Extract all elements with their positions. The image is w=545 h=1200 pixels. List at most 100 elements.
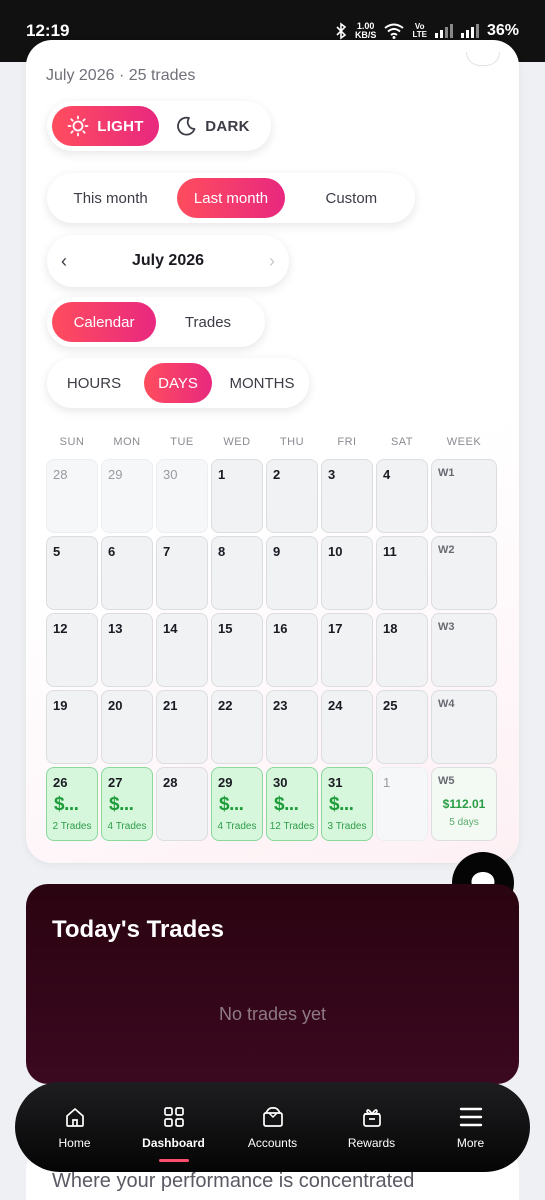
view-trades[interactable]: Trades [156, 302, 260, 342]
calendar-day-cell[interactable]: 25 [376, 690, 428, 764]
nav-more[interactable]: More [426, 1105, 516, 1150]
signal-icon [434, 24, 453, 38]
week-summary-cell[interactable]: W1 [431, 459, 497, 533]
week-label: W2 [438, 544, 455, 556]
weekday-label: THU [279, 436, 305, 448]
day-number: 20 [108, 698, 123, 713]
view-toggle: Calendar Trades [47, 297, 265, 347]
calendar-day-cell[interactable]: 15 [211, 613, 263, 687]
nav-rewards[interactable]: Rewards [327, 1105, 417, 1150]
chevron-right-icon[interactable]: › [269, 251, 275, 272]
calendar-day-cell[interactable]: 28 [46, 459, 98, 533]
week-summary-cell[interactable]: W4 [431, 690, 497, 764]
calendar-day-cell[interactable]: 14 [156, 613, 208, 687]
week-label: W1 [438, 467, 455, 479]
bluetooth-icon [336, 22, 347, 40]
moon-icon [177, 116, 196, 136]
calendar-day-cell[interactable]: 20 [101, 690, 153, 764]
weekday-label: WED [223, 436, 251, 448]
day-pnl: $... [54, 794, 79, 815]
day-number: 9 [273, 544, 281, 559]
day-number: 4 [383, 467, 391, 482]
granularity-toggle: HOURS DAYS MONTHS [47, 358, 309, 408]
week-summary-cell[interactable]: W2 [431, 536, 497, 610]
empty-state: No trades yet [218, 1004, 327, 1024]
week-pnl: $112.01 [442, 797, 486, 811]
calendar-day-cell[interactable]: 31 $... 3 Trades [321, 767, 373, 841]
calendar-day-cell[interactable]: 21 [156, 690, 208, 764]
calendar-day-cell[interactable]: 12 [46, 613, 98, 687]
calendar-day-cell[interactable]: 6 [101, 536, 153, 610]
calendar-day-cell[interactable]: 8 [211, 536, 263, 610]
calendar-day-cell[interactable]: 4 [376, 459, 428, 533]
day-number: 7 [163, 544, 171, 559]
week-summary-cell[interactable]: W5 $112.01 5 days [431, 767, 497, 841]
day-number: 28 [163, 775, 178, 790]
week-days-count: 5 days [449, 817, 479, 828]
nav-accounts[interactable]: Accounts [228, 1105, 318, 1150]
day-number: 3 [328, 467, 336, 482]
granularity-months[interactable]: MONTHS [220, 363, 304, 403]
calendar-day-cell[interactable]: 1 [376, 767, 428, 841]
calendar-day-cell[interactable]: 10 [321, 536, 373, 610]
calendar-day-cell[interactable]: 29 [101, 459, 153, 533]
calendar-day-cell[interactable]: 17 [321, 613, 373, 687]
concentration-heading: Where your performance is concentrated [52, 1170, 415, 1192]
menu-icon [459, 1107, 482, 1126]
month-navigator: ‹ July 2026 › [47, 235, 289, 287]
calendar-day-cell[interactable]: 5 [46, 536, 98, 610]
granularity-days[interactable]: DAYS [144, 363, 212, 403]
calendar-day-cell[interactable]: 28 [156, 767, 208, 841]
range-last-month[interactable]: Last month [177, 178, 285, 218]
card-menu-button[interactable] [466, 52, 500, 66]
calendar-day-cell[interactable]: 3 [321, 459, 373, 533]
calendar-day-cell[interactable]: 26 $... 2 Trades [46, 767, 98, 841]
calendar-day-cell[interactable]: 23 [266, 690, 318, 764]
calendar-day-cell[interactable]: 16 [266, 613, 318, 687]
weekday-label: SAT [390, 436, 414, 448]
nav-home[interactable]: Home [30, 1105, 120, 1150]
calendar-day-cell[interactable]: 13 [101, 613, 153, 687]
theme-light-button[interactable]: LIGHT [52, 106, 159, 146]
theme-dark-label: DARK [205, 117, 250, 135]
day-number: 31 [328, 775, 343, 790]
day-trade-count: 2 Trades [52, 821, 92, 832]
calendar-day-cell[interactable]: 18 [376, 613, 428, 687]
calendar-card: July 2026 · 25 trades LIGHT DARK This mo… [26, 40, 519, 863]
calendar-day-cell[interactable]: 22 [211, 690, 263, 764]
calendar-day-cell[interactable]: 1 [211, 459, 263, 533]
calendar-day-cell[interactable]: 27 $... 4 Trades [101, 767, 153, 841]
granularity-hours[interactable]: HOURS [52, 363, 136, 403]
day-number: 21 [163, 698, 178, 713]
calendar-day-cell[interactable]: 30 [156, 459, 208, 533]
calendar-day-cell[interactable]: 2 [266, 459, 318, 533]
day-number: 29 [108, 467, 123, 482]
calendar-day-cell[interactable]: 29 $... 4 Trades [211, 767, 263, 841]
calendar-day-cell[interactable]: 24 [321, 690, 373, 764]
weekday-header: SUN MON TUE WED THU FRI SAT WEEK [46, 436, 497, 448]
day-pnl: $... [219, 794, 244, 815]
todays-trades-title: Today's Trades [52, 916, 224, 943]
range-custom[interactable]: Custom [293, 178, 410, 218]
theme-dark-button[interactable]: DARK [159, 106, 266, 146]
calendar-day-cell[interactable]: 7 [156, 536, 208, 610]
day-number: 8 [218, 544, 226, 559]
calendar-day-cell[interactable]: 19 [46, 690, 98, 764]
grid-icon [163, 1106, 184, 1127]
nav-dashboard[interactable]: Dashboard [129, 1105, 219, 1162]
chevron-left-icon[interactable]: ‹ [61, 251, 67, 272]
range-this-month[interactable]: This month [52, 178, 169, 218]
calendar-day-cell[interactable]: 9 [266, 536, 318, 610]
day-number: 17 [328, 621, 343, 636]
day-number: 2 [273, 467, 281, 482]
week-label: W5 [438, 775, 455, 787]
week-summary-cell[interactable]: W3 [431, 613, 497, 687]
view-calendar[interactable]: Calendar [52, 302, 156, 342]
weekday-label: FRI [337, 436, 357, 448]
sun-icon [67, 115, 89, 137]
calendar-day-cell[interactable]: 30 $... 12 Trades [266, 767, 318, 841]
day-number: 6 [108, 544, 116, 559]
theme-toggle: LIGHT DARK [47, 101, 271, 151]
calendar-day-cell[interactable]: 11 [376, 536, 428, 610]
day-trade-count: 3 Trades [327, 821, 367, 832]
